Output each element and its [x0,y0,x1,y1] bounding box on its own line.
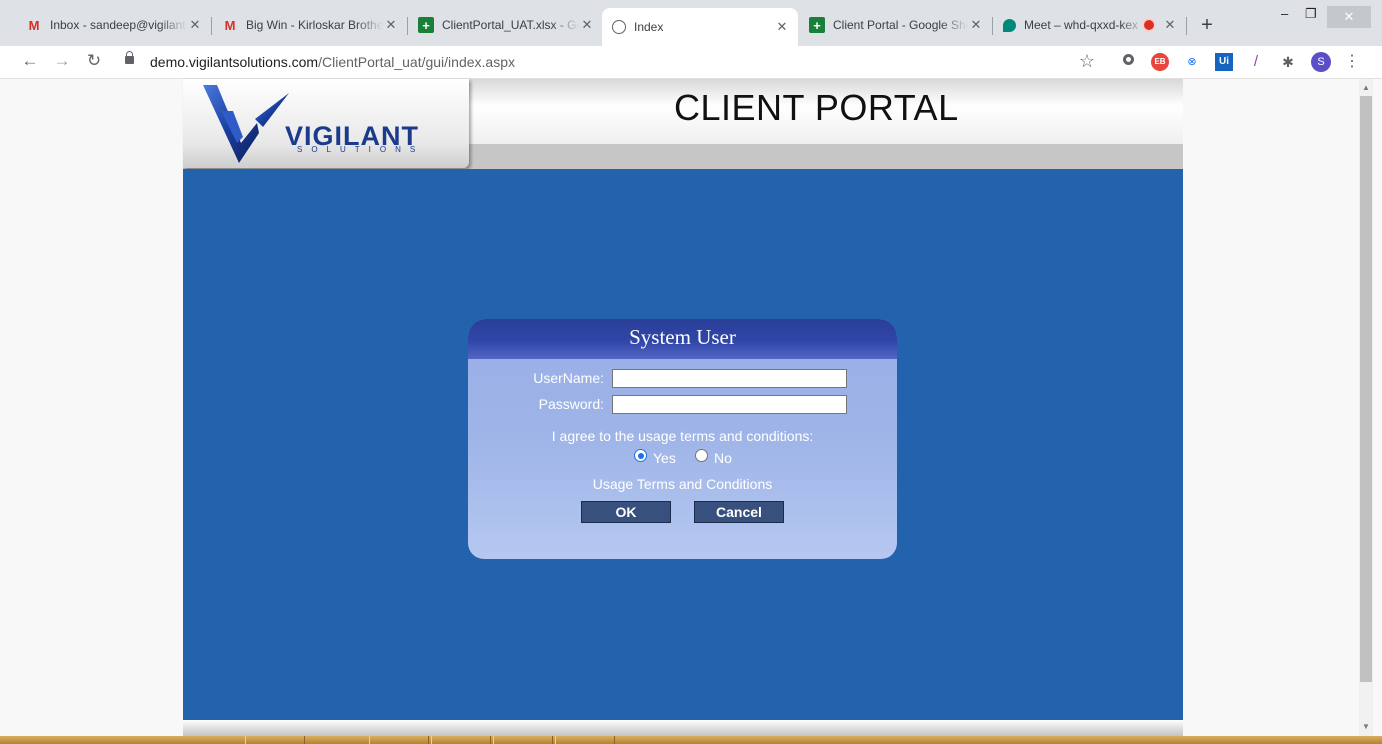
browser-menu-icon[interactable]: ⋮ [1343,53,1361,71]
tab-title: ClientPortal_UAT.xlsx - Google Sheets [442,18,579,32]
tab-title: Meet – whd-qxxd-kex [1024,18,1139,32]
browser-toolbar: ← → ↻ demo.vigilantsolutions.com/ClientP… [0,46,1382,79]
vigilant-logo: VIGILANT SOLUTIONS [183,79,469,168]
page-title: CLIENT PORTAL [674,87,959,128]
password-input[interactable] [612,395,847,414]
os-taskbar [0,736,1382,744]
tab-clientportal-uat[interactable]: + ClientPortal_UAT.xlsx - Google Sheets … [408,8,603,42]
sheets-icon: + [809,17,825,33]
bookmark-star-icon[interactable]: ☆ [1076,51,1098,72]
forward-button[interactable]: → [51,51,73,71]
password-label: Password: [538,396,604,412]
taskbar-app[interactable] [431,736,491,744]
username-label: UserName: [533,370,604,386]
login-dialog-header: System User [468,319,897,359]
logo-subtext: SOLUTIONS [297,145,425,154]
extension-red-icon[interactable]: EB [1151,53,1169,71]
username-input[interactable] [612,369,847,388]
close-icon[interactable]: ✕ [579,17,595,33]
globe-icon [612,20,626,34]
tab-title: Index [634,20,664,34]
meet-icon [1003,18,1016,32]
window-close-button[interactable]: ✕ [1327,6,1371,28]
new-tab-button[interactable]: + [1196,14,1218,37]
taskbar-app[interactable] [555,736,615,744]
tab-title: Inbox - sandeep@vigilantsolutions.com [50,18,187,32]
ok-button[interactable]: OK [581,501,671,523]
address-bar[interactable]: demo.vigilantsolutions.com/ClientPortal_… [117,48,1105,76]
minimize-button[interactable]: – [1281,6,1288,21]
reload-button[interactable]: ↻ [83,51,105,71]
feather-extension-icon[interactable]: / [1247,53,1265,71]
cancel-button[interactable]: Cancel [694,501,784,523]
browser-tab-strip: M Inbox - sandeep@vigilantsolutions.com … [0,0,1382,46]
taskbar-app[interactable] [493,736,553,744]
close-icon[interactable]: ✕ [187,17,203,33]
scrollbar-thumb[interactable] [1360,96,1372,682]
uipath-extension-icon[interactable]: Ui [1215,53,1233,71]
close-icon[interactable]: ✕ [383,17,399,33]
extension-compass-icon[interactable]: ⊗ [1183,53,1201,71]
portal-footer [183,720,1183,736]
extension-circle-icon[interactable] [1119,53,1137,71]
radio-yes-label[interactable]: Yes [653,450,676,466]
restore-button[interactable]: ❐ [1305,6,1317,22]
tab-title: Client Portal - Google Sheets [833,18,968,32]
close-icon[interactable]: ✕ [1162,17,1178,33]
tab-inbox[interactable]: M Inbox - sandeep@vigilantsolutions.com … [16,8,212,42]
close-icon[interactable]: ✕ [774,19,790,35]
url-text[interactable]: demo.vigilantsolutions.com/ClientPortal_… [150,54,515,70]
login-dialog-title: System User [629,325,736,349]
tab-client-portal-sheets[interactable]: + Client Portal - Google Sheets ✕ [799,8,993,42]
usage-terms-link[interactable]: Usage Terms and Conditions [468,476,897,492]
scroll-down-arrow-icon[interactable]: ▼ [1359,722,1373,731]
gmail-icon: M [224,17,236,33]
gmail-icon: M [28,17,40,33]
taskbar-app[interactable] [245,736,305,744]
radio-no[interactable] [695,449,708,462]
taskbar-app[interactable] [369,736,429,744]
recording-icon [1144,20,1154,30]
extensions-puzzle-icon[interactable]: ✱ [1279,53,1297,71]
profile-avatar[interactable]: S [1311,52,1331,72]
back-button[interactable]: ← [19,51,41,71]
tab-big-win[interactable]: M Big Win - Kirloskar Brothers ✕ [212,8,408,42]
scroll-up-arrow-icon[interactable]: ▲ [1359,83,1373,92]
radio-yes[interactable] [634,449,647,462]
terms-agreement-label: I agree to the usage terms and condition… [551,428,814,444]
radio-no-label[interactable]: No [714,450,732,466]
tab-title: Big Win - Kirloskar Brothers [246,18,383,32]
close-icon[interactable]: ✕ [968,17,984,33]
sheets-icon: + [418,17,434,33]
tab-index[interactable]: Index ✕ [602,8,798,46]
lock-icon[interactable] [125,51,134,64]
login-dialog: System User UserName: Password: I agree … [468,319,897,559]
tab-meet[interactable]: Meet – whd-qxxd-kex ✕ [993,8,1187,42]
